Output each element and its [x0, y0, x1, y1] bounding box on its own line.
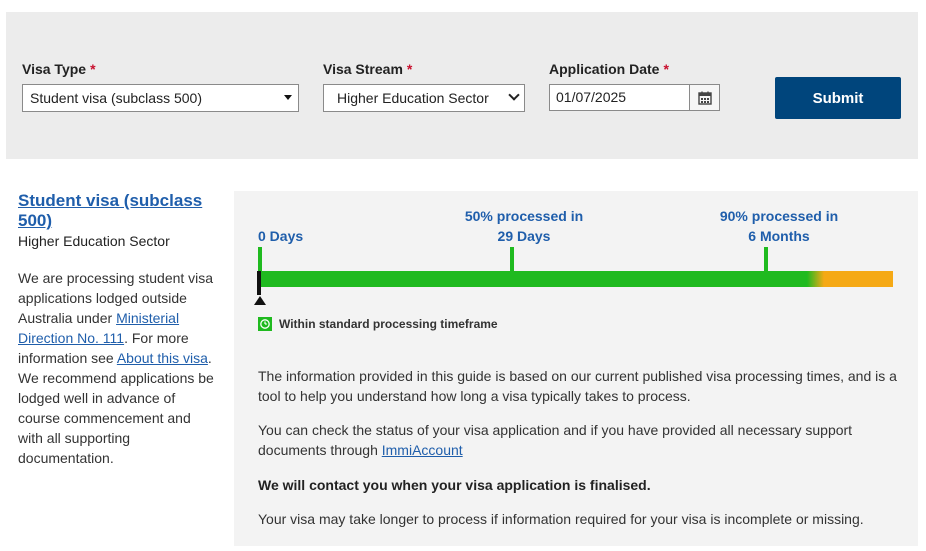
legend-label: Within standard processing timeframe [279, 317, 498, 331]
visa-stream-label: Visa Stream * [323, 61, 413, 77]
ninety-percent-tick [764, 247, 768, 273]
info-paragraph-3: We will contact you when your visa appli… [258, 477, 651, 493]
visa-stream-select[interactable]: Higher Education Sector [323, 84, 525, 112]
note-text: . We recommend applications be lodged we… [18, 350, 214, 466]
info-paragraph-2: You can check the status of your visa ap… [258, 422, 853, 458]
required-mark: * [663, 61, 669, 77]
processing-note: We are processing student visa applicati… [18, 268, 216, 468]
fifty-percent-tick [510, 247, 514, 273]
visa-title-link[interactable]: Student visa (subclass 500) [18, 191, 218, 231]
visa-type-label: Visa Type * [22, 61, 96, 77]
application-date-marker [257, 271, 261, 295]
application-date-value: 01/07/2025 [556, 89, 627, 105]
visa-type-select[interactable]: Student visa (subclass 500) [22, 84, 299, 112]
fifty-percent-marker-label: 50% processed in 29 Days [464, 208, 584, 244]
required-mark: * [406, 61, 413, 77]
clock-icon [258, 317, 272, 331]
info-paragraph-4: Your visa may take longer to process if … [258, 511, 864, 527]
standard-timeframe-bar [259, 271, 824, 287]
chevron-down-icon [508, 89, 520, 101]
extended-timeframe-bar [824, 271, 893, 287]
application-date-label: Application Date * [549, 61, 669, 77]
immiaccount-link[interactable]: ImmiAccount [382, 442, 463, 458]
start-marker-label: 0 Days [258, 228, 304, 244]
required-mark: * [90, 61, 96, 77]
caret-down-icon [284, 95, 292, 100]
visa-type-value: Student visa (subclass 500) [30, 90, 202, 106]
about-this-visa-link[interactable]: About this visa [117, 350, 208, 366]
start-tick [258, 247, 262, 273]
submit-button[interactable]: Submit [775, 77, 901, 119]
calendar-icon [697, 91, 712, 105]
calendar-button[interactable] [689, 85, 719, 110]
visa-stream-subtitle: Higher Education Sector [18, 233, 170, 249]
ninety-percent-marker-label: 90% processed in 6 Months [719, 208, 839, 244]
visa-stream-value: Higher Education Sector [337, 90, 489, 106]
application-date-field[interactable]: 01/07/2025 [549, 84, 720, 111]
info-paragraph-1: The information provided in this guide i… [258, 368, 897, 404]
triangle-up-icon [254, 296, 266, 305]
